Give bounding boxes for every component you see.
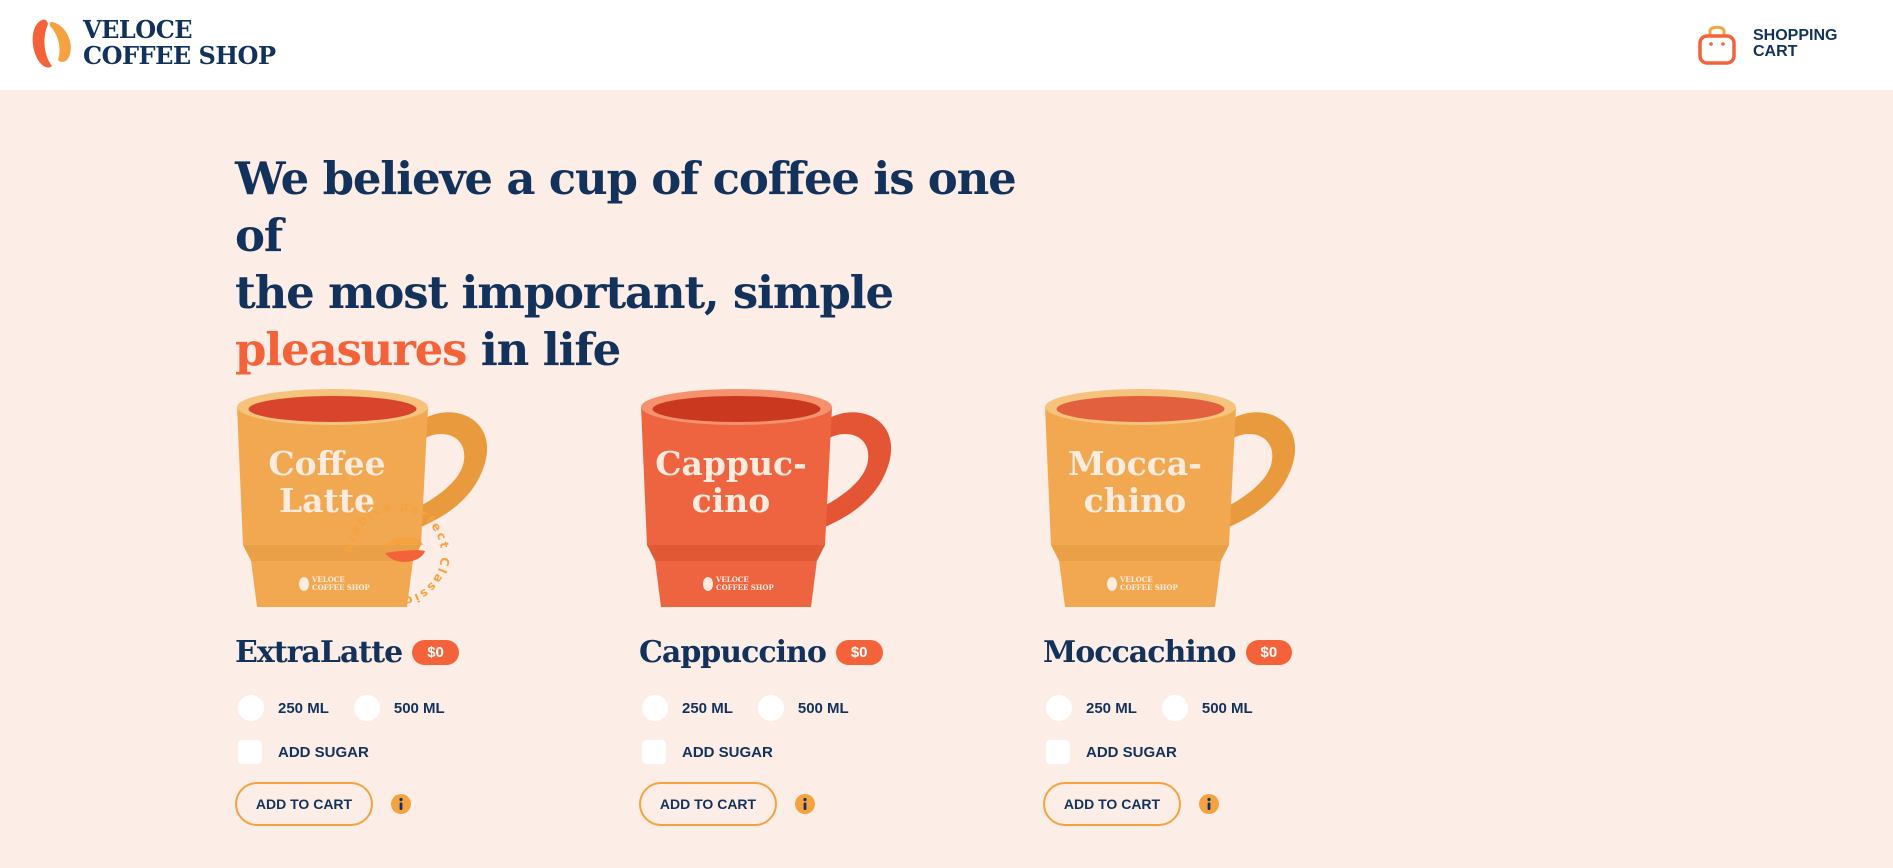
- mug-image: Cappuc- cino VELOCE COFFEE SHOP: [641, 389, 892, 607]
- size-label-250ml: 250 ML: [1086, 699, 1137, 717]
- product-name: ExtraLatte: [235, 635, 403, 670]
- info-icon[interactable]: [795, 794, 815, 814]
- hero-line-1: We believe a cup of coffee is one of: [235, 152, 1017, 262]
- size-label-500ml: 500 ML: [393, 699, 445, 717]
- size-options: 250 ML 500 ML: [235, 695, 467, 721]
- cart-label: SHOPPING CART: [1753, 28, 1843, 60]
- size-option-500ml[interactable]: 500 ML: [351, 695, 445, 721]
- product-title-row: Moccachino $0: [1043, 635, 1293, 670]
- add-to-cart-button[interactable]: ADD TO CART: [235, 782, 373, 826]
- mug-brand-line-2: COFFEE SHOP: [312, 583, 370, 592]
- price-badge: $0: [835, 640, 883, 665]
- radio-500ml[interactable]: [757, 695, 784, 721]
- size-option-500ml[interactable]: 500 ML: [755, 695, 849, 721]
- size-option-250ml[interactable]: 250 ML: [235, 695, 329, 721]
- site-header: VELOCE COFFEE SHOP SHOPPING CART: [0, 0, 1893, 90]
- add-sugar-checkbox[interactable]: [238, 740, 262, 764]
- add-sugar-option[interactable]: ADD SUGAR: [639, 740, 773, 764]
- hero-line-2: the most important, simple: [235, 266, 894, 319]
- product-card-moccachino: Mocca- chino VELOCE COFFEE SHOP Moccachi…: [1043, 385, 1383, 835]
- mug-brand-line-2: COFFEE SHOP: [1120, 583, 1178, 592]
- mug-band: [647, 545, 825, 561]
- size-label-500ml: 500 ML: [797, 699, 849, 717]
- mug-image: Mocca- chino VELOCE COFFEE SHOP: [1045, 389, 1296, 607]
- product-name: Moccachino: [1043, 635, 1236, 670]
- shopping-bag-icon: [1698, 25, 1736, 65]
- product-title-row: ExtraLatte $0: [235, 635, 459, 670]
- logo-line-1: VELOCE: [83, 15, 193, 44]
- add-sugar-label: ADD SUGAR: [682, 743, 773, 761]
- mug-brand-bean-icon: [1107, 577, 1117, 591]
- mug-inside: [652, 396, 821, 422]
- add-to-cart-button[interactable]: ADD TO CART: [1043, 782, 1181, 826]
- info-icon[interactable]: [1199, 794, 1219, 814]
- size-options: 250 ML 500 ML: [1043, 695, 1275, 721]
- shopping-cart-link[interactable]: SHOPPING CART: [1697, 22, 1843, 66]
- add-sugar-label: ADD SUGAR: [1086, 743, 1177, 761]
- mug-text-line-1: Coffee: [268, 444, 385, 483]
- add-to-cart-button[interactable]: ADD TO CART: [639, 782, 777, 826]
- mug-inside: [248, 396, 417, 422]
- hero-accent-word: pleasures: [235, 323, 467, 376]
- logo-line-2: COFFEE SHOP: [83, 41, 276, 70]
- product-name: Cappuccino: [639, 635, 827, 670]
- radio-500ml[interactable]: [1161, 695, 1188, 721]
- hero-heading: We believe a cup of coffee is one of the…: [235, 150, 1035, 378]
- product-title-row: Cappuccino $0: [639, 635, 883, 670]
- mug-text-line-2: chino: [1084, 481, 1187, 520]
- radio-250ml[interactable]: [642, 695, 668, 721]
- mug-image: Coffee Latte VELOCE COFFEE SHOP Arabica …: [237, 389, 488, 609]
- product-card-extralatte: Coffee Latte VELOCE COFFEE SHOP Arabica …: [235, 385, 575, 835]
- radio-500ml[interactable]: [353, 695, 380, 721]
- price-badge: $0: [1245, 640, 1293, 665]
- size-option-500ml[interactable]: 500 ML: [1159, 695, 1253, 721]
- cart-label-line-2: CART: [1753, 43, 1798, 60]
- mug-band: [1051, 545, 1229, 561]
- mug-text-line-1: Cappuc-: [655, 444, 807, 483]
- mug-brand-bean-icon: [703, 577, 713, 591]
- product-actions: ADD TO CART: [235, 782, 411, 826]
- mug-brand-line-2: COFFEE SHOP: [716, 583, 774, 592]
- cart-label-line-1: SHOPPING: [1753, 27, 1838, 44]
- coffee-bean-icon: [32, 19, 71, 68]
- size-option-250ml[interactable]: 250 ML: [1043, 695, 1137, 721]
- radio-250ml[interactable]: [238, 695, 264, 721]
- product-card-cappuccino: Cappuc- cino VELOCE COFFEE SHOP Cappucci…: [639, 385, 979, 835]
- product-actions: ADD TO CART: [1043, 782, 1219, 826]
- size-label-250ml: 250 ML: [278, 699, 329, 717]
- size-label-250ml: 250 ML: [682, 699, 733, 717]
- price-badge: $0: [412, 640, 459, 665]
- mug-text-line-2: cino: [692, 481, 771, 520]
- add-sugar-option[interactable]: ADD SUGAR: [235, 740, 369, 764]
- hero-line-3-rest: in life: [466, 323, 621, 376]
- add-sugar-checkbox[interactable]: [642, 740, 666, 764]
- mug-inside: [1056, 396, 1225, 422]
- add-sugar-option[interactable]: ADD SUGAR: [1043, 740, 1177, 764]
- mug-text-line-1: Mocca-: [1068, 444, 1202, 483]
- size-options: 250 ML 500 ML: [639, 695, 871, 721]
- size-option-250ml[interactable]: 250 ML: [639, 695, 733, 721]
- info-icon[interactable]: [391, 794, 411, 814]
- add-sugar-checkbox[interactable]: [1046, 740, 1070, 764]
- radio-250ml[interactable]: [1046, 695, 1072, 721]
- logo-text: VELOCE COFFEE SHOP: [83, 17, 276, 69]
- product-actions: ADD TO CART: [639, 782, 815, 826]
- logo[interactable]: VELOCE COFFEE SHOP: [30, 16, 276, 70]
- mug-brand-bean-icon: [299, 577, 309, 591]
- size-label-500ml: 500 ML: [1201, 699, 1253, 717]
- add-sugar-label: ADD SUGAR: [278, 743, 369, 761]
